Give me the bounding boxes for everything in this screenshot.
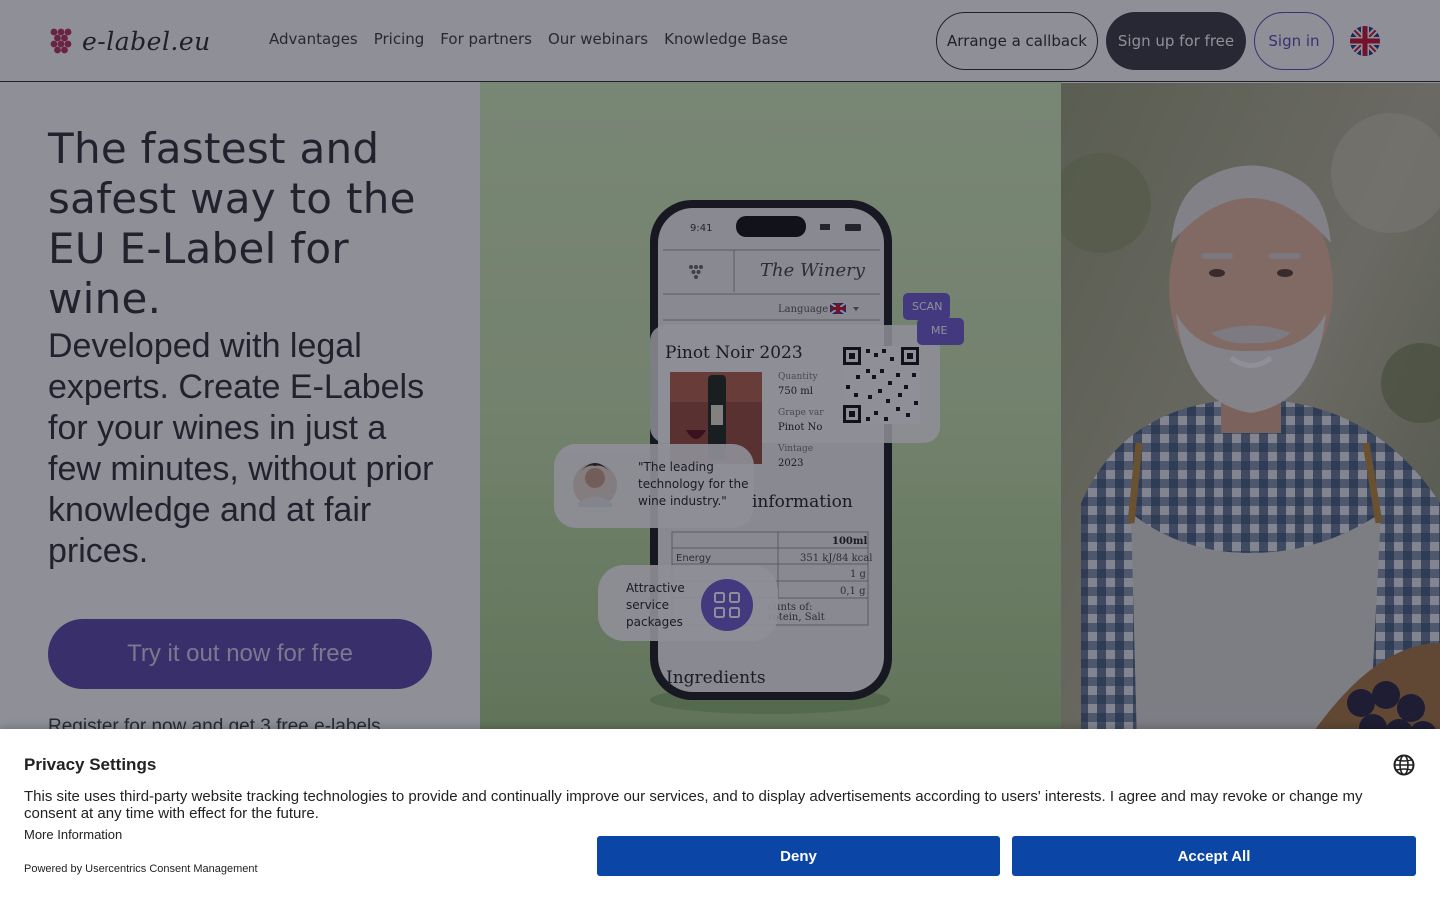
privacy-text: This site uses third-party website track… (24, 788, 1363, 822)
language-globe-icon[interactable] (1393, 754, 1415, 776)
deny-button[interactable]: Deny (597, 836, 1000, 876)
privacy-title: Privacy Settings (24, 755, 157, 774)
powered-by-text: Powered by Usercentrics Consent Manageme… (24, 863, 258, 875)
more-information-link[interactable]: More Information (24, 827, 122, 842)
privacy-banner: Privacy Settings This site uses third-pa… (0, 729, 1440, 900)
accept-all-button[interactable]: Accept All (1012, 836, 1416, 876)
